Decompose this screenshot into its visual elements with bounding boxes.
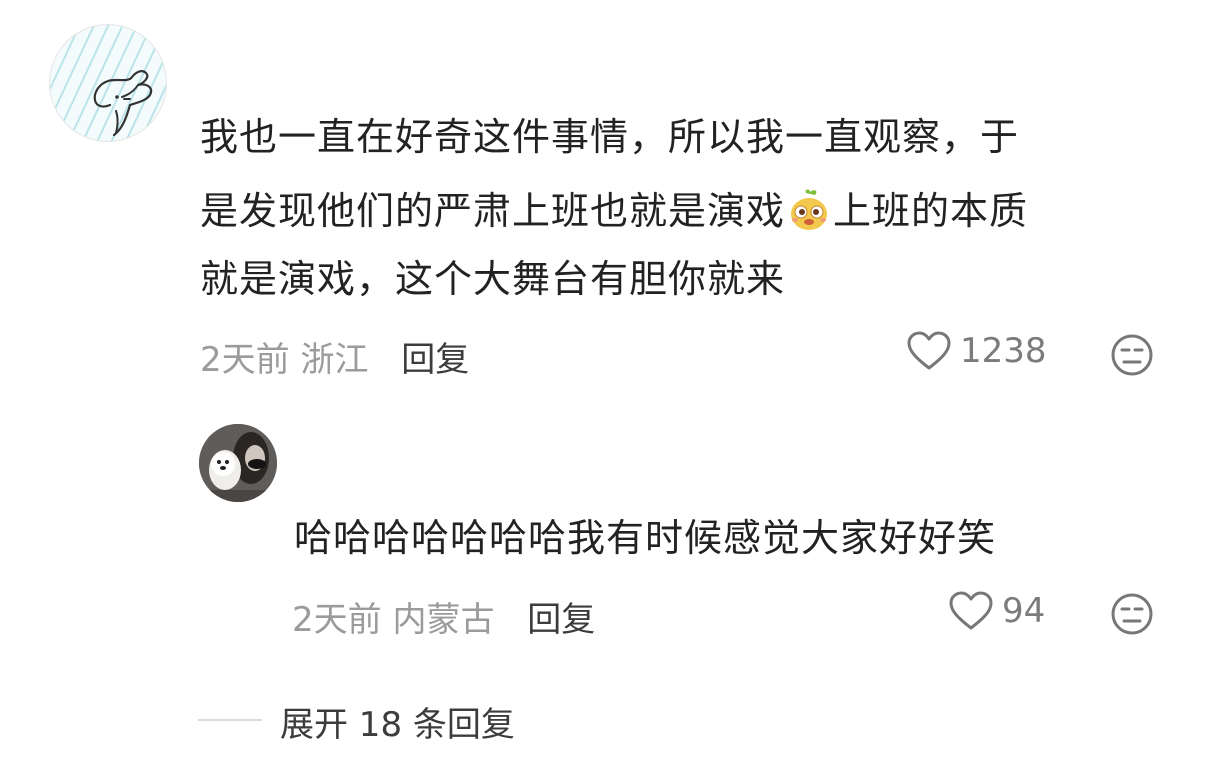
comment-text-segment: 是发现他们的严肃上班也就是演戏 xyxy=(200,189,786,233)
like-count: 94 xyxy=(1002,591,1046,631)
dislike-button[interactable] xyxy=(1110,592,1154,636)
smiling-face-emoji-icon xyxy=(786,187,832,242)
comment-text-line: 就是演戏，这个大舞台有胆你就来 xyxy=(200,257,786,301)
like-count: 1238 xyxy=(960,331,1047,371)
comment-meta: 2天前 浙江 回复 xyxy=(200,332,469,381)
comment-location: 浙江 xyxy=(300,340,369,380)
like-button[interactable]: 94 xyxy=(948,590,1045,632)
reply-button[interactable]: 回复 xyxy=(527,600,595,640)
reply-text: 哈哈哈哈哈哈哈我有时候感觉大家好好笑 xyxy=(294,516,997,560)
unamused-face-icon xyxy=(1111,593,1153,635)
heart-icon xyxy=(907,331,951,370)
comment-thread: 我也一直在好奇这件事情，所以我一直观察，于 是发现他们的严肃上班也就是演戏 上班… xyxy=(0,0,1224,780)
expand-replies-button[interactable]: 展开 18 条回复 xyxy=(280,697,515,746)
commenter-avatar[interactable] xyxy=(49,24,167,142)
comment-text-line: 我也一直在好奇这件事情，所以我一直观察，于 xyxy=(200,115,1020,159)
comment-time: 2天前 xyxy=(200,340,290,380)
heart-icon xyxy=(949,591,993,630)
dislike-button[interactable] xyxy=(1110,333,1154,377)
replier-avatar[interactable] xyxy=(199,424,277,502)
reply-time: 2天前 xyxy=(292,600,382,640)
comment-text-segment: 上班的本质 xyxy=(833,189,1029,233)
person-with-dog-photo xyxy=(199,424,277,502)
reply-meta: 2天前 内蒙古 回复 xyxy=(292,592,595,641)
reply-button[interactable]: 回复 xyxy=(401,340,469,380)
unamused-face-icon xyxy=(1111,334,1153,376)
doodle-character-icon xyxy=(93,70,153,137)
reply-location: 内蒙古 xyxy=(392,600,495,640)
expand-divider xyxy=(198,719,262,721)
like-button[interactable]: 1238 xyxy=(906,330,1047,372)
comment-text-line: 是发现他们的严肃上班也就是演戏 上班的本质 xyxy=(200,180,1028,242)
